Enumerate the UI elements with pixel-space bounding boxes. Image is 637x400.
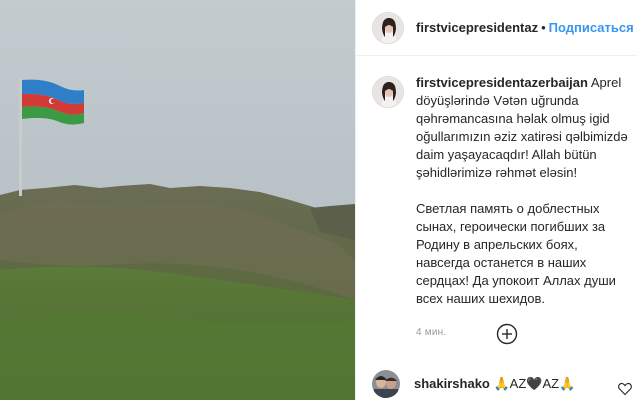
header-user-line: firstvicepresidentaz • Подписаться [416,20,634,35]
post-caption: firstvicepresidentazerbaijan Aprel döyüş… [372,74,630,342]
post-photo[interactable] [0,0,355,400]
comment-like-button[interactable] [618,382,632,396]
caption-avatar-icon[interactable] [372,76,404,108]
caption-ru-text: Светлая память о доблестных сынах, герои… [416,201,616,306]
post-header: firstvicepresidentaz • Подписаться [356,0,637,56]
commenter-username-link[interactable]: shakirshako [414,376,490,391]
caption-body: firstvicepresidentazerbaijan Aprel döyüş… [416,74,630,342]
profile-avatar-icon[interactable] [372,11,404,44]
comment-text-line: shakirshako 🙏AZ🖤AZ🙏 [414,376,575,392]
header-separator: • [541,20,546,35]
load-more-comments-button[interactable] [496,323,518,345]
plus-circle-icon [496,323,518,345]
header-username-link[interactable]: firstvicepresidentaz [416,20,538,35]
caption-username-link[interactable]: firstvicepresidentazerbaijan [416,75,588,90]
comment-text: 🙏AZ🖤AZ🙏 [493,376,576,391]
follow-button[interactable]: Подписаться [549,20,634,35]
post-sidebar: firstvicepresidentaz • Подписаться firstvi… [355,0,637,400]
heart-outline-icon [618,382,632,396]
commenter-avatar-icon[interactable] [372,370,400,398]
comment-item: shakirshako 🙏AZ🖤AZ🙏 [372,370,575,398]
caption-text-az: firstvicepresidentazerbaijan Aprel döyüş… [416,74,630,182]
caption-az-text: Aprel döyüşlərində Vətən uğrunda qəhrəma… [416,75,628,180]
post-timestamp[interactable]: 4 мин. [416,324,630,342]
